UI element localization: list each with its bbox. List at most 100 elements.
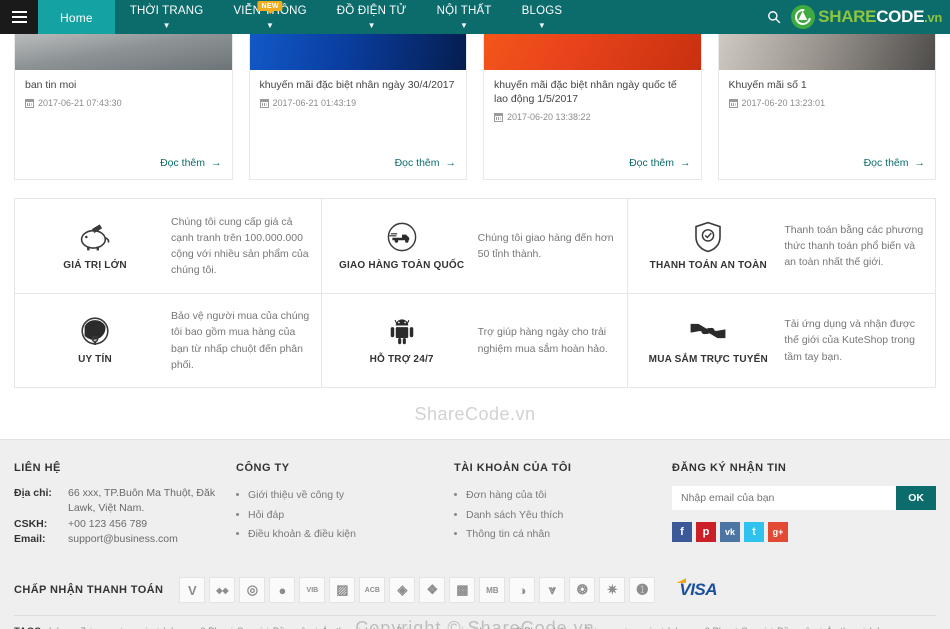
features-column: THANH TOÁN AN TOÀN Thanh toán bằng các ph… — [628, 199, 935, 387]
acb-icon[interactable]: ACB — [359, 577, 386, 603]
sharecode-logo[interactable]: SHARECODE.vn — [791, 5, 942, 29]
social-links: f p vk t g+ — [672, 522, 936, 543]
feature-label: HỖ TRỢ 24/7 — [369, 354, 434, 366]
account-link-item[interactable]: Đơn hàng của tôi — [454, 486, 672, 505]
feature-icon-group: GIÁ TRỊ LỚN — [25, 220, 165, 273]
footer-columns: LIÊN HỆ Địa chỉ: 66 xxx, TP.Buôn Ma Thuột… — [14, 462, 936, 547]
chevron-down-icon: ▼ — [266, 20, 275, 30]
account-link-item[interactable]: Danh sách Yêu thích — [454, 506, 672, 525]
read-more-label: Đọc thêm — [160, 157, 205, 169]
nav-item-home[interactable]: Home — [38, 0, 115, 34]
seabank-icon[interactable]: ❂ — [569, 577, 596, 603]
feature-description: Thanh toán bằng các phương thức thanh to… — [784, 223, 924, 269]
feature-label: MUA SẮM TRỰC TUYẾN — [648, 354, 768, 366]
twitter-icon[interactable]: t — [744, 522, 764, 543]
hamburger-menu-button[interactable] — [0, 0, 38, 34]
footer-column-title: LIÊN HỆ — [14, 462, 61, 475]
eximbank-icon[interactable]: ▩ — [449, 577, 476, 603]
news-card-body: khuyến mãi đặc biệt nhân ngày quốc tế la… — [484, 70, 701, 179]
news-card[interactable]: ban tin moi 2017-06-21 07:43:30 Đọc thêm → — [14, 34, 233, 180]
company-link-item[interactable]: Giới thiệu về công ty — [236, 486, 454, 505]
footer-column-title: CÔNG TY — [236, 462, 290, 475]
footer-newsletter-column: ĐĂNG KÝ NHẬN TIN OK fpvktg+ — [672, 462, 936, 547]
search-icon[interactable] — [767, 10, 781, 24]
dongabank-icon[interactable]: ● — [269, 577, 296, 603]
tienphongbank-icon[interactable]: ➊ — [629, 577, 656, 603]
footer-contact-column: LIÊN HỆ Địa chỉ: 66 xxx, TP.Buôn Ma Thuột… — [14, 462, 236, 547]
news-card-date-text: 2017-06-20 13:23:01 — [741, 98, 826, 109]
feature-cell: UY TÍN Bảo vệ người mua của chúng tôi bao… — [15, 293, 322, 388]
newsletter-email-input[interactable] — [672, 486, 897, 511]
vib-icon[interactable]: VIB — [299, 577, 326, 603]
news-card-read-more[interactable]: Đọc thêm → — [25, 157, 221, 179]
headset-support-icon — [79, 314, 111, 348]
chevron-down-icon: ▼ — [460, 20, 469, 30]
news-card-read-more[interactable]: Đọc thêm → — [729, 157, 925, 179]
nav-item-viễn-thông[interactable]: NEW VIỄN THÔNG ▼ — [218, 0, 321, 34]
features-grid: GIÁ TRỊ LỚN Chúng tôi cung cấp giá cả cạn… — [14, 198, 936, 389]
news-card-title: khuyến mãi đặc biệt nhân ngày quốc tế la… — [494, 79, 677, 106]
calendar-icon — [494, 112, 503, 122]
news-card[interactable]: khuyến mãi đặc biệt nhân ngày quốc tế la… — [483, 34, 702, 180]
news-card-read-more[interactable]: Đọc thêm → — [494, 157, 690, 179]
google-plus-icon[interactable]: g+ — [768, 522, 788, 543]
nav-item-blogs[interactable]: BLOGS ▼ — [507, 0, 578, 34]
news-card-image — [718, 34, 935, 70]
news-card-date-text: 2017-06-21 01:43:19 — [272, 98, 357, 109]
bidv-icon[interactable]: ◆◆ — [209, 577, 236, 603]
contact-rows: Địa chỉ: 66 xxx, TP.Buôn Ma Thuột, Đăk La… — [14, 486, 236, 547]
read-more-label: Đọc thêm — [394, 157, 440, 169]
newsletter-ok-button[interactable]: OK — [896, 486, 936, 511]
contact-row: Địa chỉ: 66 xxx, TP.Buôn Ma Thuột, Đăk La… — [14, 486, 236, 516]
nav-item-nội-thất[interactable]: NỘI THẤT ▼ — [422, 0, 507, 34]
feature-icon-group: GIAO HÀNG TOÀN QUỐC — [332, 220, 472, 273]
feature-description: Trợ giúp hàng ngày cho trải nghiệm mua s… — [477, 326, 608, 355]
news-card-date: 2017-06-20 13:23:01 — [728, 98, 926, 109]
company-link-item[interactable]: Hỏi đáp — [236, 506, 454, 525]
newsletter-subscribe-form: OK — [672, 486, 936, 511]
account-link-item[interactable]: Thông tin cá nhân — [454, 525, 672, 544]
facebook-icon[interactable]: f — [672, 522, 692, 543]
feature-label: UY TÍN — [78, 354, 112, 366]
techcombank-icon[interactable]: ◈ — [389, 577, 416, 603]
feature-label: THANH TOÁN AN TOÀN — [649, 259, 767, 271]
site-footer: LIÊN HỆ Địa chỉ: 66 xxx, TP.Buôn Ma Thuột… — [0, 439, 950, 616]
account-link-list: Đơn hàng của tôi Danh sách Yêu thích Thông… — [454, 486, 672, 544]
vk-icon[interactable]: vk — [720, 522, 740, 543]
feature-description: Bảo vệ người mua của chúng tôi bao gồm m… — [171, 310, 310, 371]
nav-item-thời-trang[interactable]: THỜI TRANG ▼ — [115, 0, 219, 34]
site-header: Home THỜI TRANG ▼ NEW VIỄN THÔNG ▼ ĐỒ ĐIỆN TỬ ▼… — [0, 0, 950, 34]
hdbank-icon[interactable]: ❖ — [419, 577, 446, 603]
news-card-body: khuyến mãi đặc biệt nhân ngày 30/4/2017 2… — [250, 70, 467, 179]
page-watermark: ShareCode.vn — [414, 404, 536, 425]
news-card-title: Khuyến mãi số 1 — [728, 79, 807, 91]
nav-item-đồ-điện-tử[interactable]: ĐỒ ĐIỆN TỬ ▼ — [322, 0, 422, 34]
vietcombank-icon[interactable]: ◎ — [239, 577, 266, 603]
news-card-body: ban tin moi 2017-06-21 07:43:30 Đọc thêm → — [15, 70, 232, 179]
calendar-icon — [728, 98, 738, 108]
hamburger-icon — [11, 9, 27, 25]
news-card-image — [484, 34, 701, 70]
news-card[interactable]: Khuyến mãi số 1 2017-06-20 13:23:01 Đọc th… — [717, 34, 936, 180]
news-card[interactable]: khuyến mãi đặc biệt nhân ngày 30/4/2017 2… — [248, 34, 467, 180]
main-navigation: Home THỜI TRANG ▼ NEW VIỄN THÔNG ▼ ĐỒ ĐIỆN TỬ ▼… — [38, 0, 577, 34]
agribank-icon[interactable]: ⩔ — [539, 577, 566, 603]
news-card-read-more[interactable]: Đọc thêm → — [260, 157, 456, 179]
logo-text-code: CODE — [876, 7, 925, 26]
calendar-icon — [259, 98, 269, 108]
vpbank-icon[interactable]: ◑ — [509, 577, 536, 603]
news-card-body: Khuyến mãi số 1 2017-06-20 13:23:01 Đọc th… — [719, 70, 936, 179]
mbbank-icon[interactable]: MB — [479, 577, 506, 603]
news-card-date: 2017-06-20 13:38:22 — [494, 112, 691, 122]
sacombank-icon[interactable]: ▨ — [329, 577, 356, 603]
company-link-item[interactable]: Điều khoản & điều kiện — [236, 525, 454, 544]
header-right-group: SHARECODE.vn — [767, 0, 950, 34]
truck-delivery-icon — [386, 220, 418, 254]
vietinbank-icon[interactable]: V — [179, 577, 206, 603]
ocb-icon[interactable]: ✷ — [599, 577, 626, 603]
contact-label: Địa chỉ: — [14, 487, 52, 500]
pinterest-icon[interactable]: p — [696, 522, 716, 543]
nav-item-label: ĐỒ ĐIỆN TỬ — [336, 5, 407, 18]
feature-description: Tải ứng dụng và nhận được thế giới của K… — [784, 318, 916, 363]
contact-value: 66 xxx, TP.Buôn Ma Thuột, Đăk Lawk, Việt… — [68, 487, 216, 515]
